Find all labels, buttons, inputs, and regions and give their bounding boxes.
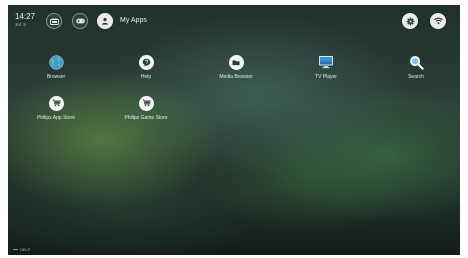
app-tile-search[interactable]: Search (376, 54, 456, 80)
help-key-indicator (13, 248, 18, 251)
help-label: HELP (20, 247, 31, 252)
clock-time: 14:27 (15, 12, 36, 21)
app-tile-browser[interactable]: Browser (16, 54, 96, 80)
search-icon (408, 54, 424, 70)
app-label: Browser (46, 74, 66, 80)
app-label: Philips App Store (36, 115, 76, 121)
app-tile-tv-player[interactable]: TV Player (286, 54, 366, 80)
tab-my-apps[interactable] (97, 13, 113, 29)
app-tile-media-browser[interactable]: Media Browser (196, 54, 276, 80)
user-icon (101, 17, 109, 25)
folder-icon (228, 54, 244, 70)
tab-channels[interactable] (46, 13, 62, 29)
clock: 14:27 Jul. 5 (15, 13, 35, 28)
app-tile-philips-app-store[interactable]: Philips App Store (16, 95, 96, 121)
wifi-icon (433, 17, 443, 25)
app-label: Philips Game Store (124, 115, 168, 121)
tab-my-apps-label: My Apps (120, 17, 147, 24)
tv-icon (318, 54, 334, 70)
app-label: Search (408, 74, 424, 80)
tv-home-screen: 14:27 Jul. 5 My Apps Browser Help Media … (8, 5, 460, 255)
globe-icon (48, 54, 64, 70)
settings-button[interactable] (402, 13, 418, 29)
clock-date: Jul. 5 (15, 22, 26, 27)
app-label: TV Player (315, 74, 337, 80)
tab-games[interactable] (72, 13, 88, 29)
help-hint[interactable]: HELP (13, 247, 30, 252)
gamepad-icon (75, 18, 85, 24)
help-icon (138, 54, 154, 70)
wifi-button[interactable] (430, 13, 446, 29)
app-label: Help (140, 74, 152, 80)
app-tile-philips-game-store[interactable]: Philips Game Store (106, 95, 186, 121)
app-tile-help[interactable]: Help (106, 54, 186, 80)
cart-icon (138, 95, 154, 111)
gear-icon (406, 17, 415, 26)
cart-icon (48, 95, 64, 111)
tv-channels-icon (49, 17, 59, 25)
app-label: Media Browser (219, 74, 253, 80)
